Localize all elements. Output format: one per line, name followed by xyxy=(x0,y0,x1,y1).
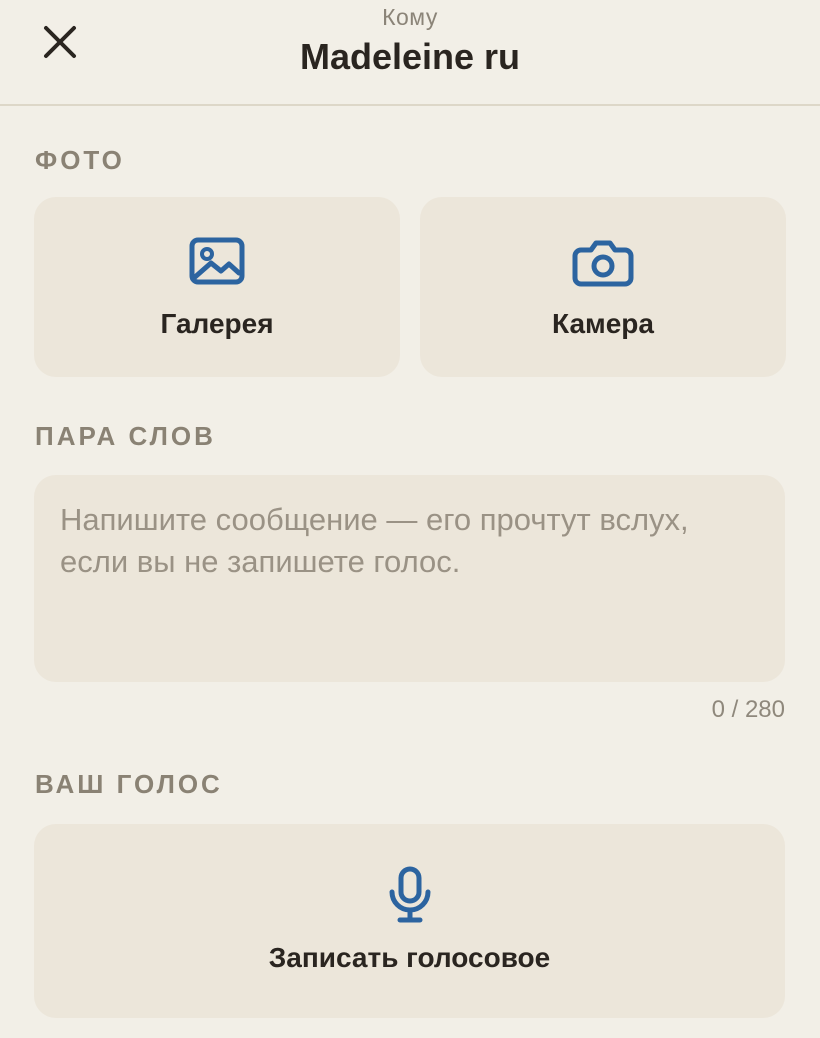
recipient-name: Madeleine ru xyxy=(299,36,521,77)
message-input[interactable] xyxy=(34,475,785,682)
gallery-button[interactable]: Галерея xyxy=(34,197,400,377)
camera-label: Камера xyxy=(552,308,654,339)
voice-section-label: ВАШ ГОЛОС xyxy=(35,769,223,799)
record-voice-label: Записать голосовое xyxy=(268,942,551,973)
photo-section-label: ФОТО xyxy=(35,145,125,175)
image-icon xyxy=(189,237,245,285)
character-counter: 0 / 280 xyxy=(711,696,785,723)
recipient-caption: Кому xyxy=(382,4,438,30)
gallery-label: Галерея xyxy=(160,308,274,339)
microphone-icon xyxy=(389,866,430,923)
header: Кому Madeleine ru xyxy=(0,0,820,106)
record-voice-button[interactable]: Записать голосовое xyxy=(34,824,785,1018)
camera-icon xyxy=(572,240,634,287)
message-section-label: ПАРА СЛОВ xyxy=(35,421,216,451)
camera-button[interactable]: Камера xyxy=(420,197,786,377)
